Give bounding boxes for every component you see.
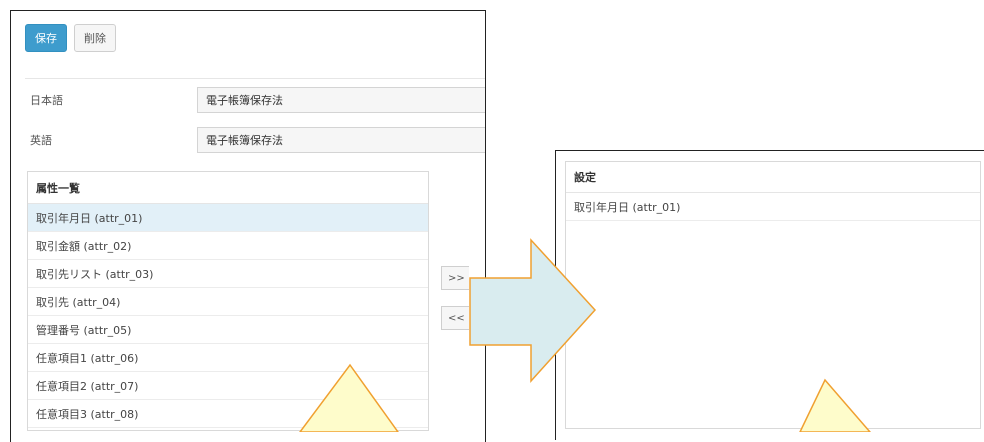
callout-left-shape: [299, 363, 399, 432]
annotation-overlay: [299, 238, 871, 432]
callout-right-shape: [799, 378, 871, 432]
right-arrow-shape: [469, 238, 597, 383]
